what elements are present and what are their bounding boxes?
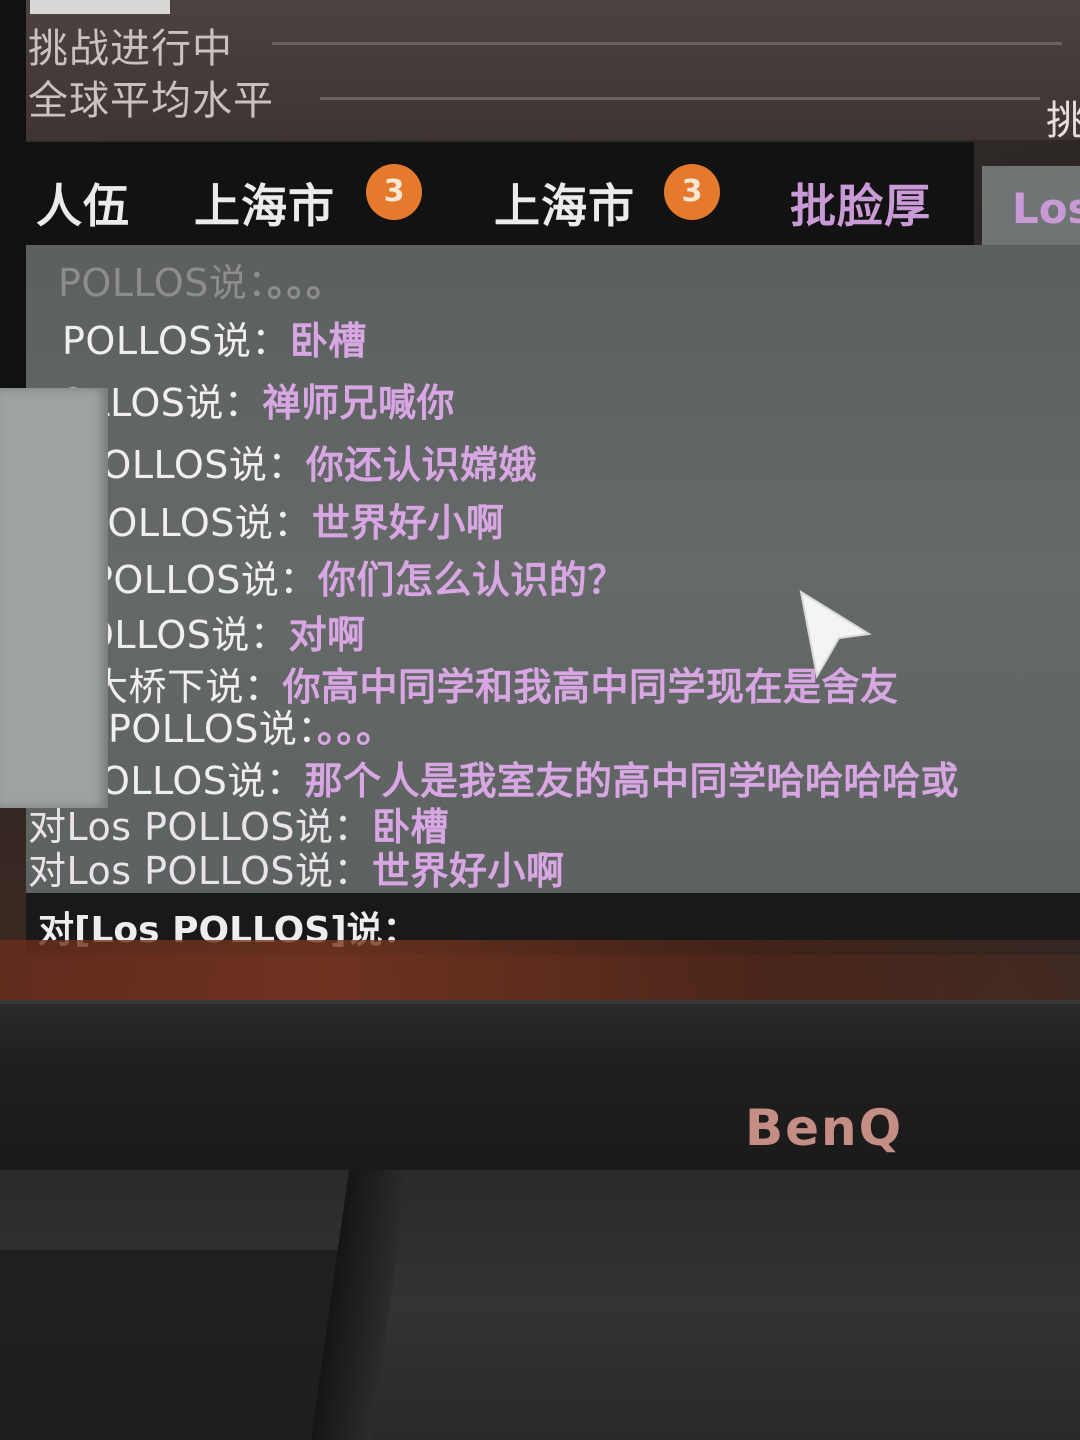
tab-shanghai-1[interactable]: 上海市 [194, 170, 335, 236]
cropped-header-block [30, 0, 170, 14]
chat-message: POLLOS说：你们怎么认识的？ [90, 549, 626, 604]
overlapping-side-panel [0, 388, 108, 808]
chat-message: POLLOS说：。。。 [108, 698, 394, 753]
challenge-status-area: 挑战进行中 全球平均水平 挑 [0, 0, 1080, 144]
status-divider [320, 97, 1040, 100]
message-text: 对啊 [288, 613, 366, 657]
tab-shanghai-2[interactable]: 上海市 [494, 170, 635, 236]
chat-message: OLLOS说：对啊 [84, 604, 365, 659]
unread-badge: 3 [664, 164, 720, 220]
message-text: 禅师兄喊你 [262, 381, 455, 425]
message-text: 世界好小啊 [371, 849, 565, 893]
chat-message: POLLOS说：。。。 [58, 252, 344, 307]
message-text: 。。。 [266, 261, 345, 305]
tab-los-active[interactable]: Los [982, 166, 1080, 256]
chat-message: POLLOS说：卧槽 [62, 310, 367, 365]
challenge-button-partial[interactable]: 挑 [1046, 88, 1080, 146]
desk-shadow [0, 1250, 360, 1440]
private-message: 对Los POLLOS说：世界好小啊 [28, 840, 565, 895]
tab-los-label: Los [1012, 184, 1080, 233]
global-average-text: 全球平均水平 [28, 78, 274, 124]
message-text: 世界好小啊 [311, 501, 505, 545]
message-text: 。。。 [316, 707, 395, 751]
message-text: 你还认识嫦娥 [305, 443, 537, 487]
message-speaker: 对Los POLLOS说： [28, 849, 372, 893]
monitor-brand-logo: BenQ [745, 1099, 904, 1157]
message-speaker: POLLOS说： [84, 501, 312, 545]
status-divider [272, 42, 1062, 45]
chat-tabs-bar: 人伍 上海市 3 上海市 3 批脸厚 [26, 142, 974, 257]
tab-pilianhou[interactable]: 批脸厚 [790, 170, 931, 236]
monitor-screen: 挑战进行中 全球平均水平 挑 人伍 上海市 3 上海市 3 批脸厚 Los PO… [0, 0, 1080, 1000]
message-speaker: POLLOS说： [108, 707, 317, 751]
challenge-status-text: 挑战进行中 [28, 26, 233, 72]
chat-input-bar[interactable]: 对[Los POLLOS]说： [26, 893, 1080, 955]
chat-input-prefix: 对[Los POLLOS]说： [38, 910, 419, 951]
mouse-cursor-icon [799, 590, 872, 679]
unread-badge: 3 [366, 164, 422, 220]
message-speaker: POLLOS说： [58, 261, 267, 305]
message-text: 卧槽 [289, 319, 367, 363]
photo-frame: 挑战进行中 全球平均水平 挑 人伍 上海市 3 上海市 3 批脸厚 Los PO… [0, 0, 1080, 1440]
chat-message: OLLOS说：禅师兄喊你 [58, 372, 455, 427]
message-speaker: POLLOS说： [62, 319, 290, 363]
message-speaker: POLLOS说： [78, 443, 306, 487]
tab-team[interactable]: 人伍 [36, 170, 130, 236]
message-text: 你们怎么认识的？ [317, 558, 626, 602]
window-left-edge [0, 0, 26, 390]
chat-message: POLLOS说：世界好小啊 [84, 492, 504, 547]
message-speaker: POLLOS说： [90, 558, 318, 602]
monitor-bezel: BenQ [0, 1000, 1080, 1174]
chat-message: POLLOS说：你还认识嫦娥 [78, 434, 537, 489]
message-speaker: OLLOS说： [84, 613, 289, 657]
